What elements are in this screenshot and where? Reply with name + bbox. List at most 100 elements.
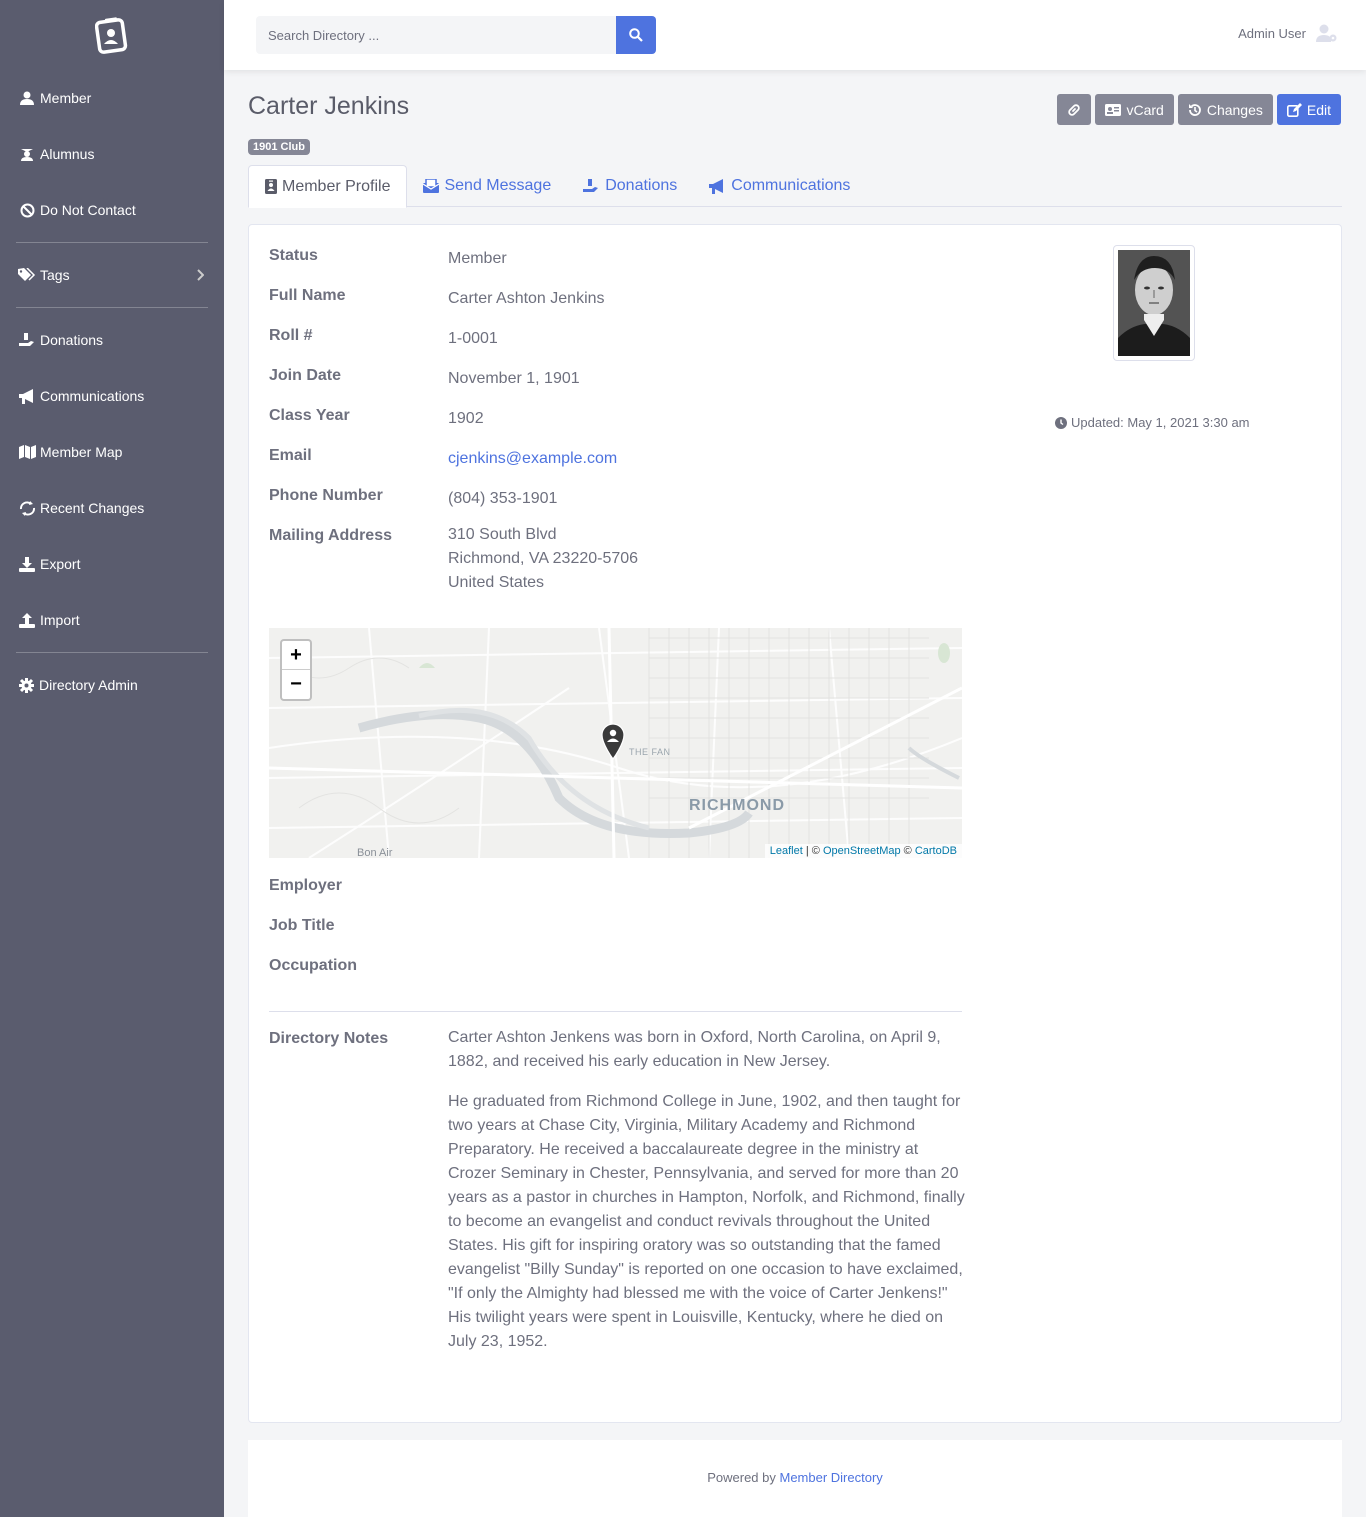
footer-link[interactable]: Member Directory — [779, 1470, 882, 1485]
notes-paragraph: Carter Ashton Jenkens was born in Oxford… — [448, 1029, 941, 1070]
sidebar-item-donations[interactable]: Donations — [0, 312, 224, 368]
sidebar-item-label: Directory Admin — [39, 677, 138, 693]
user-cog-icon — [1316, 24, 1337, 42]
search-form — [256, 16, 656, 54]
member-map[interactable]: RICHMOND THE FAN Bon Air + − Leaflet | ©… — [269, 628, 962, 858]
changes-label: Changes — [1206, 101, 1263, 118]
directory-logo-icon[interactable] — [0, 0, 224, 70]
field-label: Directory Notes — [269, 1030, 389, 1047]
upload-icon — [17, 610, 37, 630]
map-attribution: Leaflet | © OpenStreetMap © CartoDB — [764, 844, 962, 858]
donate-icon — [583, 178, 599, 192]
gear-icon — [16, 675, 36, 695]
updated-text: Updated: May 1, 2021 3:30 am — [1071, 415, 1250, 430]
bullhorn-icon — [709, 178, 724, 194]
topbar: Admin User — [224, 0, 1366, 70]
search-input[interactable] — [256, 16, 616, 54]
address-line: United States — [448, 574, 545, 591]
field-label: Roll # — [269, 327, 313, 344]
tab-communications[interactable]: Communications — [693, 165, 866, 207]
map-marker-icon[interactable] — [600, 723, 626, 761]
sidebar-item-recent-changes[interactable]: Recent Changes — [0, 480, 224, 536]
tab-send-message[interactable]: Send Message — [407, 165, 567, 207]
sidebar-item-import[interactable]: Import — [0, 592, 224, 648]
envelope-icon — [423, 179, 440, 193]
member-photo — [1113, 245, 1195, 361]
permalink-button[interactable] — [1057, 94, 1092, 125]
updated-timestamp: Updated: May 1, 2021 3:30 am — [1055, 415, 1250, 430]
divider — [269, 1011, 962, 1012]
field-label: Occupation — [269, 957, 358, 974]
map-icon — [17, 442, 37, 462]
field-label: Class Year — [269, 407, 350, 424]
vcard-button[interactable]: vCard — [1095, 94, 1174, 125]
donate-icon — [17, 330, 37, 350]
bullhorn-icon — [17, 386, 37, 406]
sidebar-item-label: Member — [40, 90, 92, 106]
field-label: Email — [269, 447, 312, 464]
attribution-separator: | © — [802, 845, 823, 857]
attribution-separator: © — [900, 845, 915, 857]
footer: Powered by Member Directory — [248, 1440, 1342, 1517]
vcard-label: vCard — [1126, 101, 1164, 118]
user-icon — [17, 88, 37, 108]
sidebar-item-member-map[interactable]: Member Map — [0, 424, 224, 480]
profile-tabs: Member Profile Send Message Donations Co… — [248, 165, 1342, 208]
field-label: Join Date — [269, 367, 342, 384]
search-button[interactable] — [616, 16, 656, 54]
map-label-city: RICHMOND — [689, 797, 785, 814]
map-label-town: Bon Air — [357, 847, 393, 858]
address-line: 310 South Blvd — [448, 526, 557, 543]
field-label: Phone Number — [269, 487, 383, 504]
sidebar-divider — [16, 652, 208, 653]
ban-icon — [17, 200, 37, 220]
field-label: Full Name — [269, 287, 346, 304]
sidebar-item-label: Do Not Contact — [40, 202, 136, 218]
sidebar-item-directory-admin[interactable]: Directory Admin — [0, 657, 224, 713]
footer-text: Powered by — [707, 1470, 780, 1485]
profile-actions: vCard Changes Edit — [1057, 94, 1341, 125]
map-zoom-control: + − — [280, 639, 312, 701]
cartodb-link[interactable]: CartoDB — [915, 845, 957, 857]
field-value: Carter Ashton Jenkins — [448, 290, 605, 307]
tab-member-profile[interactable]: Member Profile — [248, 165, 408, 208]
tab-label: Member Profile — [282, 177, 391, 195]
sidebar-item-member[interactable]: Member — [0, 70, 224, 126]
user-menu[interactable]: Admin User — [1238, 24, 1338, 42]
changes-button[interactable]: Changes — [1177, 94, 1273, 125]
tab-donations[interactable]: Donations — [567, 165, 693, 207]
sidebar-item-label: Donations — [40, 332, 104, 348]
changes-icon — [17, 498, 37, 518]
field-value: Member — [448, 250, 507, 267]
field-value: 1902 — [448, 410, 484, 427]
zoom-in-button[interactable]: + — [282, 641, 310, 670]
graduate-icon — [17, 144, 37, 164]
edit-icon — [1286, 102, 1302, 117]
field-label: Status — [269, 247, 318, 264]
zoom-out-button[interactable]: − — [282, 670, 310, 699]
field-value: November 1, 1901 — [448, 370, 580, 387]
leaflet-link[interactable]: Leaflet — [770, 845, 803, 857]
download-icon — [17, 554, 37, 574]
portrait-image — [1118, 250, 1190, 356]
field-label: Employer — [269, 877, 342, 894]
sidebar-item-communications[interactable]: Communications — [0, 368, 224, 424]
sidebar-item-alumnus[interactable]: Alumnus — [0, 126, 224, 182]
address-line: Richmond, VA 23220-5706 — [448, 550, 639, 567]
field-label: Job Title — [269, 917, 335, 934]
sidebar-divider — [16, 242, 208, 243]
osm-link[interactable]: OpenStreetMap — [823, 845, 901, 857]
user-name: Admin User — [1238, 25, 1306, 41]
sidebar-item-export[interactable]: Export — [0, 536, 224, 592]
field-value: (804) 353-1901 — [448, 490, 558, 507]
sidebar-divider — [16, 307, 208, 308]
profile-card: Status Member Full Name Carter Ashton Je… — [248, 224, 1342, 1423]
edit-button[interactable]: Edit — [1276, 94, 1341, 125]
sidebar-item-label: Member Map — [40, 444, 123, 460]
sidebar-item-label: Alumnus — [40, 146, 95, 162]
tab-label: Send Message — [444, 177, 552, 194]
sidebar-item-do-not-contact[interactable]: Do Not Contact — [0, 182, 224, 238]
email-link[interactable]: cjenkins@example.com — [448, 450, 617, 467]
link-icon — [1068, 103, 1081, 116]
sidebar-item-tags[interactable]: Tags — [0, 247, 224, 303]
